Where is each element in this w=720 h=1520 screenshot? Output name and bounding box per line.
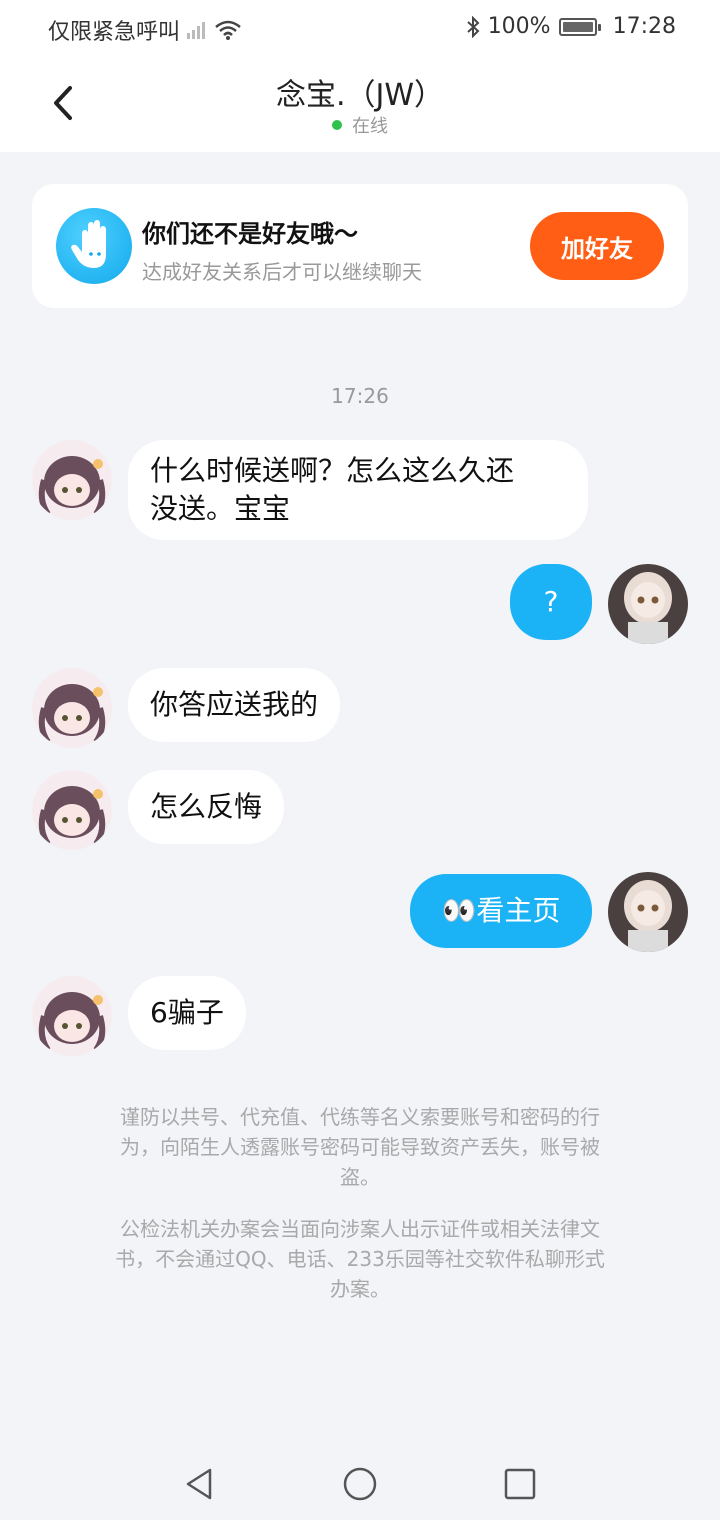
back-triangle-icon[interactable] xyxy=(180,1464,220,1504)
notice-line: 为，向陌生人透露账号密码可能导致资产丢失，账号被 xyxy=(120,1135,600,1159)
notice-line: 盗。 xyxy=(340,1165,380,1189)
message-text: 看主页 xyxy=(476,894,561,927)
clock: 17:28 xyxy=(612,14,676,39)
contact-avatar[interactable] xyxy=(32,440,112,520)
system-nav-bar xyxy=(0,1440,720,1520)
contact-avatar[interactable] xyxy=(32,770,112,850)
notice-line: 谨防以共号、代充值、代练等名义索要账号和密码的行 xyxy=(120,1105,600,1129)
status-bar: 仅限紧急呼叫 100% 17:28 xyxy=(0,0,720,58)
legal-notice: 公检法机关办案会当面向涉案人出示证件或相关法律文 书，不会通过QQ、电话、233… xyxy=(70,1214,650,1304)
message-text: 6骗子 xyxy=(150,996,224,1029)
contact-avatar[interactable] xyxy=(32,976,112,1056)
eyes-emoji-icon: 👀 xyxy=(441,894,477,927)
security-notice: 谨防以共号、代充值、代练等名义索要账号和密码的行 为，向陌生人透露账号密码可能导… xyxy=(70,1102,650,1192)
wifi-icon xyxy=(215,20,241,40)
presence-status: 在线 xyxy=(0,112,720,138)
message-bubble[interactable]: 怎么反悔 xyxy=(128,770,285,844)
battery-percent: 100% xyxy=(487,14,551,39)
my-avatar[interactable] xyxy=(608,872,688,952)
not-friend-card: 你们还不是好友哦～ 达成好友关系后才可以继续聊天 加好友 xyxy=(32,184,688,308)
message-text: 什么时候送啊？怎么这么久还 xyxy=(150,454,515,487)
home-circle-icon[interactable] xyxy=(340,1464,380,1504)
notice-line: 书，不会通过QQ、电话、233乐园等社交软件私聊形式 xyxy=(115,1247,605,1271)
contact-name[interactable]: 念宝.（JW） xyxy=(0,70,720,114)
wave-hand-icon xyxy=(56,208,132,284)
chat-header: 念宝.（JW） 在线 xyxy=(0,58,720,152)
message-text: 没送。宝宝 xyxy=(150,492,291,525)
signal-icon xyxy=(187,22,206,39)
message-text: 怎么反悔 xyxy=(150,790,263,823)
message-text: ? xyxy=(543,585,559,618)
card-subtitle: 达成好友关系后才可以继续聊天 xyxy=(142,260,422,284)
notice-line: 办案。 xyxy=(330,1277,390,1301)
bluetooth-icon xyxy=(467,15,480,38)
notice-line: 公检法机关办案会当面向涉案人出示证件或相关法律文 xyxy=(120,1217,600,1241)
chat-screen: 仅限紧急呼叫 100% 17:28 念宝.（JW） 在线 你们还不是好友哦～ 达… xyxy=(0,0,720,1520)
recents-square-icon[interactable] xyxy=(500,1464,540,1504)
message-bubble[interactable]: 👀看主页 xyxy=(410,874,592,948)
my-avatar[interactable] xyxy=(608,564,688,644)
contact-avatar[interactable] xyxy=(32,668,112,748)
message-timestamp: 17:26 xyxy=(331,384,389,408)
carrier-text: 仅限紧急呼叫 xyxy=(48,20,181,45)
online-dot-icon xyxy=(332,120,342,130)
add-friend-button[interactable]: 加好友 xyxy=(530,212,664,280)
message-bubble[interactable]: ? xyxy=(510,564,592,640)
message-text: 你答应送我的 xyxy=(150,688,319,721)
presence-text: 在线 xyxy=(352,116,388,137)
card-title: 你们还不是好友哦～ xyxy=(142,220,358,248)
message-bubble[interactable]: 6骗子 xyxy=(128,976,246,1050)
battery-icon xyxy=(558,17,601,36)
message-bubble[interactable]: 你答应送我的 xyxy=(128,668,341,742)
message-bubble[interactable]: 什么时候送啊？怎么这么久还 没送。宝宝 xyxy=(128,440,588,540)
